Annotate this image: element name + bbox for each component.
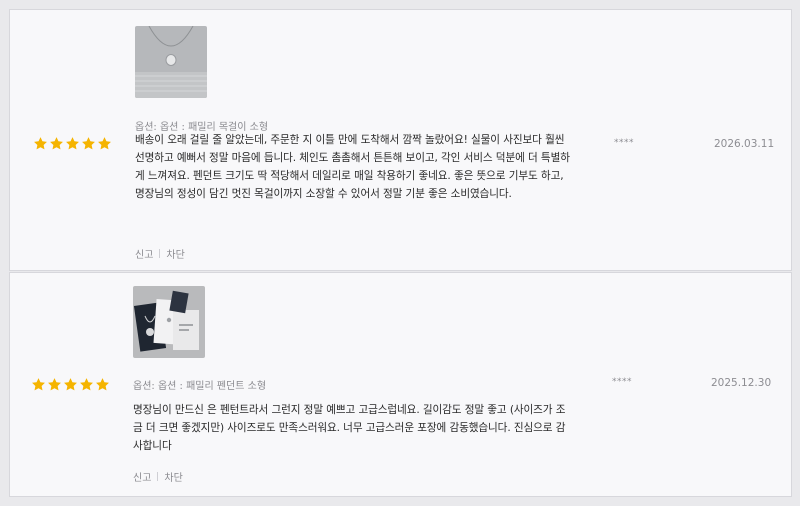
divider bbox=[157, 472, 159, 481]
review-date: 2025.12.30 bbox=[711, 377, 772, 389]
star-icon bbox=[96, 378, 109, 391]
star-icon bbox=[32, 378, 45, 391]
star-icon bbox=[80, 378, 93, 391]
star-icon bbox=[34, 137, 47, 150]
review-text: 배송이 오래 걸릴 줄 알았는데, 주문한 지 이틀 만에 도착해서 깜짝 놀랐… bbox=[135, 134, 570, 200]
review-date: 2026.03.11 bbox=[714, 138, 775, 150]
star-icon bbox=[66, 137, 79, 150]
gift-box-photo-image bbox=[133, 286, 205, 358]
block-link[interactable]: 차단 bbox=[166, 246, 184, 261]
block-link[interactable]: 차단 bbox=[164, 469, 182, 484]
review-card: 옵션: 옵션 : 패밀리 목걸이 소형 배송이 오래 걸릴 줄 알았는데, 주문… bbox=[9, 9, 792, 271]
divider bbox=[159, 249, 161, 258]
star-icon bbox=[64, 378, 77, 391]
review-photo-thumbnail[interactable] bbox=[133, 286, 205, 358]
star-icon bbox=[48, 378, 61, 391]
star-rating bbox=[31, 377, 110, 392]
necklace-photo-image bbox=[135, 26, 207, 98]
reviewer-masked-id: **** bbox=[614, 138, 634, 148]
review-text: 명장님이 만드신 은 펜턴트라서 그런지 정말 예쁘고 고급스럽네요. 길이감도… bbox=[133, 404, 566, 452]
star-rating bbox=[33, 136, 112, 151]
star-icon bbox=[50, 137, 63, 150]
review-photo-thumbnail[interactable] bbox=[135, 26, 207, 98]
review-actions: 신고 차단 bbox=[135, 246, 185, 261]
star-icon bbox=[98, 137, 111, 150]
report-link[interactable]: 신고 bbox=[135, 246, 153, 261]
star-icon bbox=[82, 137, 95, 150]
reviewer-masked-id: **** bbox=[612, 377, 632, 387]
review-actions: 신고 차단 bbox=[133, 469, 183, 484]
review-card: 옵션: 옵션 : 패밀리 펜던트 소형 명장님이 만드신 은 펜턴트라서 그런지… bbox=[9, 272, 792, 497]
review-option: 옵션: 옵션 : 패밀리 펜던트 소형 bbox=[133, 381, 267, 392]
report-link[interactable]: 신고 bbox=[133, 469, 151, 484]
